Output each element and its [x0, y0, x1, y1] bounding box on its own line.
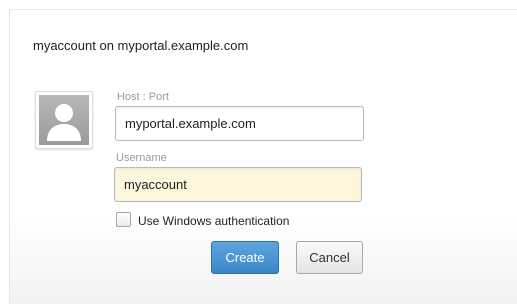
- username-label: Username: [116, 152, 167, 164]
- user-placeholder-icon: [39, 95, 89, 145]
- host-port-input[interactable]: [115, 106, 364, 141]
- windows-auth-label[interactable]: Use Windows authentication: [138, 214, 289, 228]
- host-port-label: Host : Port: [117, 91, 169, 103]
- windows-auth-checkbox[interactable]: [116, 212, 131, 227]
- username-input[interactable]: [114, 167, 362, 202]
- dialog-title: myaccount on myportal.example.com: [33, 38, 249, 53]
- account-dialog: myaccount on myportal.example.com Host :…: [9, 9, 517, 304]
- cancel-button[interactable]: Cancel: [296, 241, 363, 274]
- avatar: [35, 91, 93, 149]
- create-button[interactable]: Create: [211, 241, 279, 274]
